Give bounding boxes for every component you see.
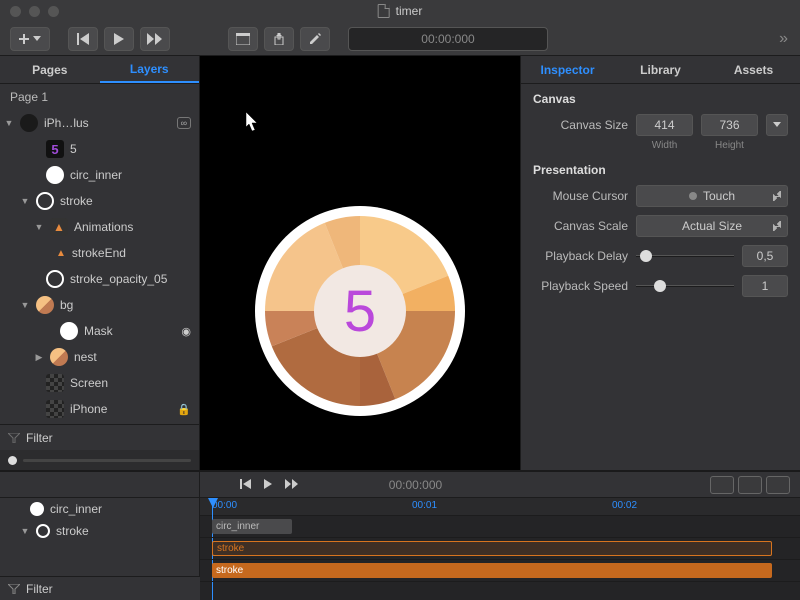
add-button[interactable] [10,27,50,51]
layer-row[interactable]: stroke_opacity_05 [0,266,199,292]
timeline-tracks[interactable]: 00:00 00:01 00:02 circ_inner stroke stro… [200,498,800,600]
tl-layer-row[interactable]: circ_inner [0,498,199,520]
toolbar: 00:00:000 » [0,22,800,56]
mask-icon: ◉ [181,325,191,338]
edit-button[interactable] [300,27,330,51]
layer-row[interactable]: Screen [0,370,199,396]
close-icon[interactable] [10,6,21,17]
skip-back-button[interactable] [68,27,98,51]
cursor-icon [246,112,260,132]
layer-row[interactable]: Mask◉ [0,318,199,344]
layer-row[interactable]: ▼bg [0,292,199,318]
canvas[interactable]: 5 [200,56,520,470]
tl-play-button[interactable] [264,478,273,492]
layer-list: ▼iPh…lus∞ 55 circ_inner ▼stroke ▼▲Animat… [0,110,199,424]
canvas-artwork: 5 [255,206,465,416]
layer-row[interactable]: ▶nest [0,344,199,370]
loop-badge: ∞ [177,117,191,129]
tl-filter[interactable]: Filter [0,576,200,600]
overflow-button[interactable]: » [779,30,790,48]
width-field[interactable]: 414 [636,114,693,136]
tab-pages[interactable]: Pages [0,56,100,83]
mouse-cursor-select[interactable]: Touch [636,185,788,207]
playback-speed-field[interactable]: 1 [742,275,788,297]
left-panel: Pages Layers Page 1 ▼iPh…lus∞ 55 circ_in… [0,56,200,470]
layer-filter[interactable]: Filter [0,424,199,450]
tl-layer-row[interactable]: ▼stroke [0,520,199,542]
layer-row[interactable]: ▼iPh…lus∞ [0,110,199,136]
fast-forward-button[interactable] [140,27,170,51]
layer-row[interactable]: ▲strokeEnd [0,240,199,266]
tl-timecode[interactable]: 00:00:000 [311,478,520,492]
playback-delay-field[interactable]: 0,5 [742,245,788,267]
play-button[interactable] [104,27,134,51]
view-mode-2[interactable] [738,476,762,494]
zoom-icon[interactable] [48,6,59,17]
filter-icon [8,584,20,594]
timecode-display[interactable]: 00:00:000 [348,27,548,51]
view-mode-3[interactable] [766,476,790,494]
timer-number: 5 [344,278,376,345]
canvas-size-label: Canvas Size [533,118,628,132]
preview-window-button[interactable] [228,27,258,51]
filter-placeholder: Filter [26,431,53,445]
playback-speed-slider[interactable] [636,275,734,297]
layer-row[interactable]: 55 [0,136,199,162]
height-field[interactable]: 736 [701,114,758,136]
layer-row[interactable]: circ_inner [0,162,199,188]
layer-row[interactable]: ▼stroke [0,188,199,214]
tab-assets[interactable]: Assets [707,56,800,83]
clip[interactable]: stroke [212,541,772,556]
clip[interactable]: stroke [212,563,772,578]
page-header[interactable]: Page 1 [0,84,199,110]
filter-icon [8,433,20,443]
share-button[interactable] [264,27,294,51]
zoom-slider[interactable] [0,450,199,470]
tl-fast-forward-button[interactable] [285,478,299,492]
playback-delay-slider[interactable] [636,245,734,267]
tl-skip-back-button[interactable] [240,478,252,492]
minimize-icon[interactable] [29,6,40,17]
tab-layers[interactable]: Layers [100,56,200,83]
layer-row[interactable]: iPhone🔒 [0,396,199,422]
layer-row[interactable]: ▼▲Animations [0,214,199,240]
timeline: 00:00:000 circ_inner ▼stroke Filter 00:0… [0,470,800,600]
inspector-panel: Inspector Library Assets Canvas Canvas S… [520,56,800,470]
section-canvas: Canvas [521,84,800,110]
lock-icon: 🔒 [177,403,191,416]
canvas-scale-select[interactable]: Actual Size [636,215,788,237]
document-icon [378,4,390,18]
titlebar: timer [0,0,800,22]
view-mode-1[interactable] [710,476,734,494]
clip[interactable]: circ_inner [212,519,292,534]
tab-library[interactable]: Library [614,56,707,83]
tab-inspector[interactable]: Inspector [521,56,614,83]
timeline-ruler[interactable]: 00:00 00:01 00:02 [200,498,800,516]
document-title: timer [396,4,423,18]
canvas-size-expand[interactable] [766,114,788,136]
section-presentation: Presentation [521,155,800,181]
window-controls[interactable] [10,6,59,17]
